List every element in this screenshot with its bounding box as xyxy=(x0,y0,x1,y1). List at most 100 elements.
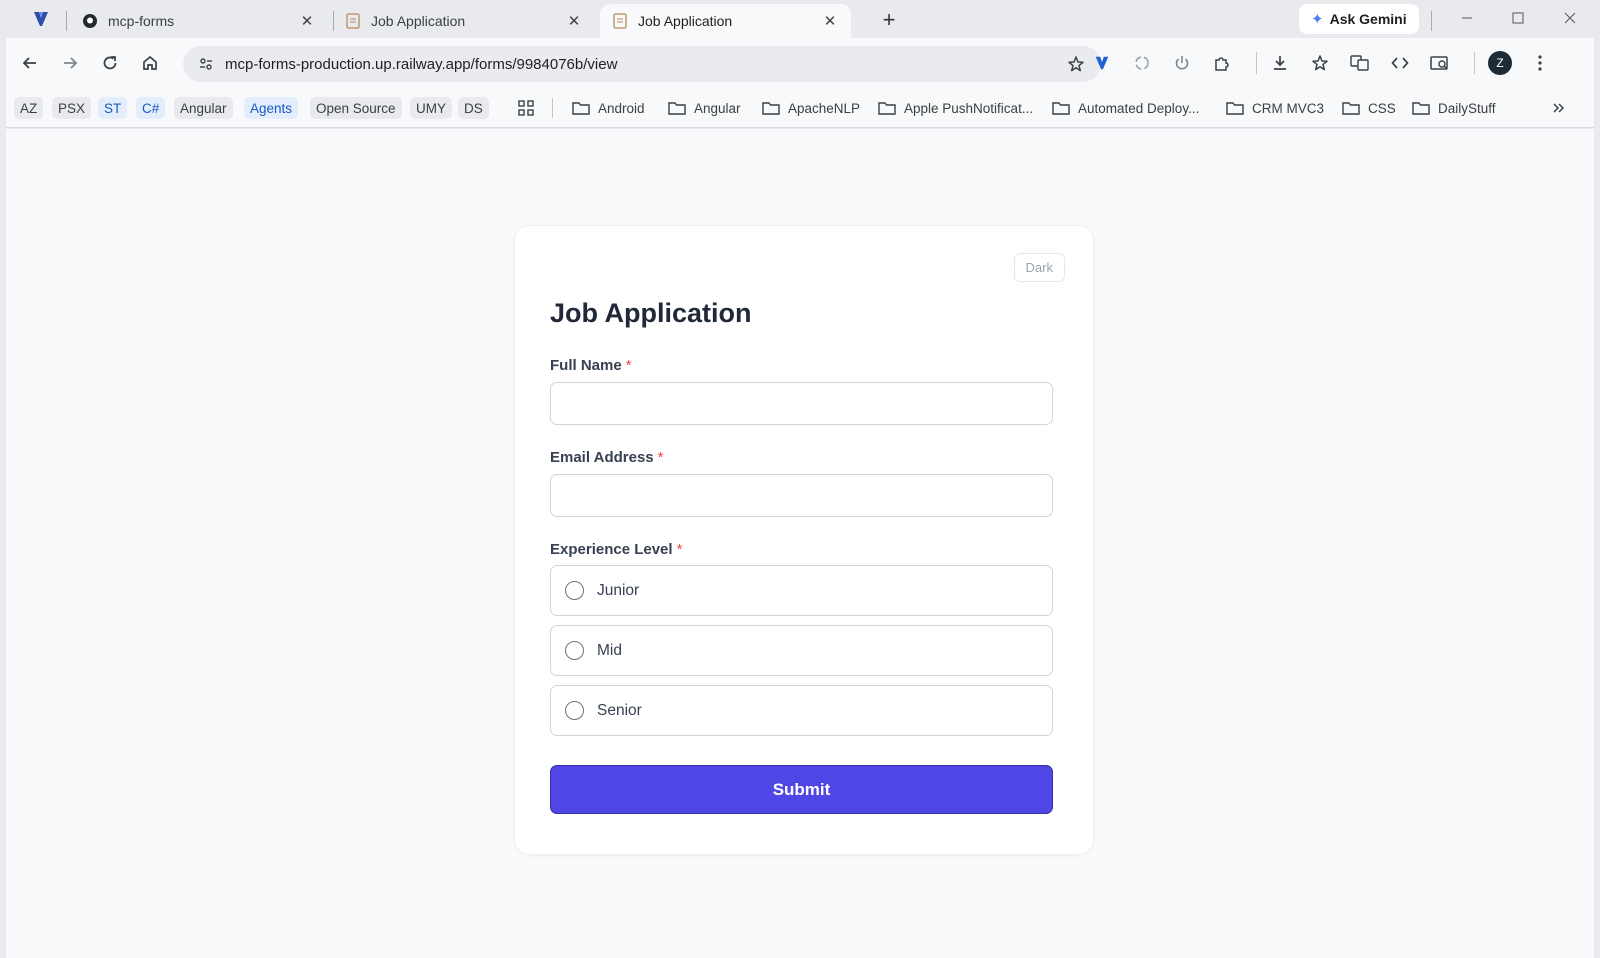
url-text: mcp-forms-production.up.railway.app/form… xyxy=(225,55,618,73)
bookmark-folder[interactable]: Angular xyxy=(668,97,741,119)
bookmark-folder[interactable]: CRM MVC3 xyxy=(1226,97,1324,119)
bookmark-folder[interactable]: Android xyxy=(572,97,645,119)
bookmark-folder-label: ApacheNLP xyxy=(788,100,861,116)
forward-icon[interactable] xyxy=(54,47,86,79)
tab-strip: mcp-forms ✕ Job Application ✕ Job Applic… xyxy=(0,0,1600,38)
full-name-input[interactable] xyxy=(550,382,1053,425)
bookmark-folder-label: CRM MVC3 xyxy=(1252,100,1325,116)
new-tab-button[interactable]: + xyxy=(877,7,901,32)
required-asterisk: * xyxy=(625,357,632,374)
bookmark-chip[interactable]: C# xyxy=(136,97,166,119)
bookmark-chip[interactable]: PSX xyxy=(52,97,92,119)
tab-mcp-forms[interactable]: mcp-forms ✕ xyxy=(70,4,328,38)
close-icon[interactable]: ✕ xyxy=(821,12,839,30)
close-icon[interactable]: ✕ xyxy=(565,12,583,30)
code-icon[interactable] xyxy=(1384,47,1416,79)
ask-gemini-button[interactable]: ✦ Ask Gemini xyxy=(1299,4,1419,34)
email-label: Email Address * xyxy=(550,449,664,466)
menu-kebab-icon[interactable] xyxy=(1524,47,1556,79)
close-icon[interactable]: ✕ xyxy=(298,12,316,30)
bookmark-star-icon[interactable] xyxy=(1065,53,1087,75)
ask-gemini-label: Ask Gemini xyxy=(1329,11,1407,27)
extension-sync-icon[interactable] xyxy=(1126,47,1158,79)
experience-label-text: Experience Level xyxy=(550,541,673,558)
bookmark-folder-label: Apple PushNotificat... xyxy=(904,100,1034,116)
bookmark-folder-label: DailyStuff xyxy=(1438,100,1496,116)
page-content: Dark Job Application Full Name * Email Ad… xyxy=(6,129,1594,958)
tab-title: mcp-forms xyxy=(108,13,175,29)
download-icon[interactable] xyxy=(1264,47,1296,79)
radio-button[interactable] xyxy=(565,641,584,660)
github-icon xyxy=(82,13,98,29)
close-window-icon[interactable] xyxy=(1555,6,1585,30)
experience-level-label: Experience Level * xyxy=(550,541,682,558)
search-tab-icon[interactable] xyxy=(1424,47,1456,79)
bookmark-chip[interactable]: Agents xyxy=(244,97,299,119)
tab-job-application-active[interactable]: Job Application ✕ xyxy=(600,4,851,38)
minimize-icon[interactable] xyxy=(1452,6,1482,30)
bookmark-chip[interactable]: UMY xyxy=(410,97,452,119)
bookmark-folder[interactable]: Automated Deploy... xyxy=(1052,97,1199,119)
translate-icon[interactable] xyxy=(1344,47,1376,79)
bookmark-folder[interactable]: CSS xyxy=(1342,97,1396,119)
folder-icon xyxy=(1226,102,1244,115)
bookmarks-bar: AZ PSX ST C# Angular Agents Open Source … xyxy=(6,88,1594,128)
extensions-puzzle-icon[interactable] xyxy=(1206,47,1238,79)
radio-label: Junior xyxy=(597,581,640,599)
gemini-sparkle-icon: ✦ xyxy=(1311,11,1324,28)
radio-button[interactable] xyxy=(565,581,584,600)
radio-label: Senior xyxy=(597,701,642,719)
power-icon[interactable] xyxy=(1166,47,1198,79)
bookmark-chip[interactable]: AZ xyxy=(14,97,44,119)
bookmark-folder-label: Angular xyxy=(694,100,741,116)
full-name-label: Full Name * xyxy=(550,357,632,374)
bookmark-folder[interactable]: ApacheNLP xyxy=(762,97,860,119)
bookmark-folder[interactable]: Apple PushNotificat... xyxy=(878,97,1033,119)
bookmark-folder-label: Automated Deploy... xyxy=(1078,100,1200,116)
address-bar[interactable]: mcp-forms-production.up.railway.app/form… xyxy=(183,46,1101,82)
bookmark-folder-label: CSS xyxy=(1368,100,1396,116)
form-icon xyxy=(345,13,361,29)
favorites-icon[interactable] xyxy=(1304,47,1336,79)
profile-initial: Z xyxy=(1488,51,1512,75)
email-input[interactable] xyxy=(550,474,1053,517)
email-label-text: Email Address xyxy=(550,449,654,466)
bookmark-folder-label: Android xyxy=(598,100,645,116)
bookmark-chip[interactable]: ST xyxy=(98,97,128,119)
experience-option-senior[interactable]: Senior xyxy=(550,685,1053,736)
dark-mode-toggle[interactable]: Dark xyxy=(1013,253,1065,282)
radio-button[interactable] xyxy=(565,701,584,720)
folder-icon xyxy=(878,102,896,115)
experience-option-mid[interactable]: Mid xyxy=(550,625,1053,676)
radio-label: Mid xyxy=(597,641,622,659)
extension-vivaldi-icon[interactable] xyxy=(1086,47,1118,79)
form-title: Job Application xyxy=(550,298,752,328)
full-name-label-text: Full Name xyxy=(550,357,622,374)
form-card: Dark Job Application Full Name * Email Ad… xyxy=(514,225,1094,855)
experience-option-junior[interactable]: Junior xyxy=(550,565,1053,616)
tab-title: Job Application xyxy=(638,13,733,29)
profile-avatar[interactable]: Z xyxy=(1484,47,1516,79)
home-icon[interactable] xyxy=(134,47,166,79)
back-icon[interactable] xyxy=(14,47,46,79)
required-asterisk: * xyxy=(676,541,683,558)
folder-icon xyxy=(572,102,590,115)
bookmark-chip[interactable]: Angular xyxy=(174,97,233,119)
bookmark-folder[interactable]: DailyStuff xyxy=(1412,97,1496,119)
submit-button[interactable]: Submit xyxy=(550,765,1053,814)
site-info-icon[interactable] xyxy=(189,56,223,72)
folder-icon xyxy=(762,102,780,115)
folder-icon xyxy=(668,102,686,115)
required-asterisk: * xyxy=(657,449,664,466)
bookmark-chip[interactable]: DS xyxy=(458,97,489,119)
reload-icon[interactable] xyxy=(94,47,126,79)
folder-icon xyxy=(1052,102,1070,115)
tab-title: Job Application xyxy=(371,13,466,29)
form-icon xyxy=(612,13,628,29)
maximize-icon[interactable] xyxy=(1503,6,1533,30)
more-bookmarks-chevron-icon[interactable] xyxy=(1552,97,1574,119)
apps-grid-icon[interactable] xyxy=(518,97,542,119)
tab-job-application[interactable]: Job Application ✕ xyxy=(333,4,595,38)
browser-logo-icon[interactable] xyxy=(28,6,54,32)
bookmark-chip[interactable]: Open Source xyxy=(310,97,402,119)
